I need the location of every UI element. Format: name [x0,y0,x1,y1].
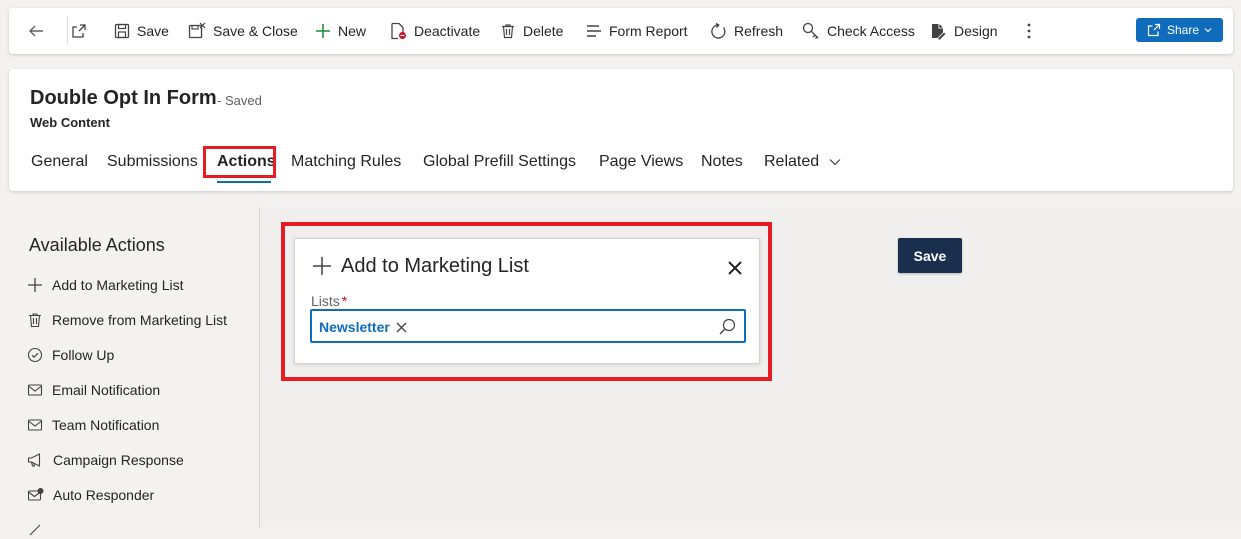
tab-page-views[interactable]: Page Views [599,153,683,171]
tab-matching-rules[interactable]: Matching Rules [291,153,401,171]
remove-tag-icon[interactable] [396,322,407,333]
tab-notes[interactable]: Notes [701,153,743,171]
share-label: Share [1166,23,1200,37]
delete-label: Delete [523,23,564,39]
close-icon[interactable] [727,260,743,276]
megaphone-icon [27,453,41,467]
record-header: Double Opt In Form - Saved Web Content G… [9,69,1233,191]
action-follow-up[interactable]: Follow Up [27,345,114,365]
deactivate-document-icon [391,22,406,40]
report-lines-icon [587,25,601,37]
action-label: Email Notification [52,382,161,398]
add-to-marketing-list-card: Add to Marketing List Lists * Newsletter [294,238,760,364]
action-email-notification[interactable]: Email Notification [27,380,160,400]
action-remove-from-marketing-list[interactable]: Remove from Marketing List [27,310,227,330]
deactivate-button[interactable]: Deactivate [389,8,480,54]
action-label: Remove from Marketing List [52,312,228,328]
refresh-icon [711,22,726,39]
save-close-icon [188,22,206,39]
open-in-new-window-icon [72,24,86,38]
lists-label-text: Lists [311,293,340,309]
share-button[interactable]: Share [1136,18,1223,42]
tag-label: Newsletter [319,319,390,335]
card-title: Add to Marketing List [341,255,529,277]
check-access-button[interactable]: Check Access [802,8,915,54]
save-button[interactable]: Save [114,8,169,54]
action-label: Team Notification [52,417,160,433]
action-more-partial[interactable] [27,519,43,539]
action-team-notification[interactable]: Team Notification [27,415,159,435]
form-report-label: Form Report [609,23,688,39]
refresh-button[interactable]: Refresh [710,8,783,54]
more-commands-button[interactable] [1025,8,1033,54]
action-add-to-marketing-list[interactable]: Add to Marketing List [27,275,184,295]
more-vertical-icon [1027,23,1031,39]
action-auto-responder[interactable]: Auto Responder [27,485,154,505]
chevron-down-icon [829,159,841,166]
save-close-label: Save & Close [213,23,298,39]
save-status: - Saved [217,93,262,108]
tab-related[interactable]: Related [764,153,841,171]
save-close-button[interactable]: Save & Close [188,8,298,54]
delete-button[interactable]: Delete [500,8,563,54]
required-marker: * [341,293,348,309]
tab-related-label: Related [764,153,820,170]
tab-general[interactable]: General [31,153,88,171]
refresh-label: Refresh [734,23,784,39]
new-button[interactable]: New [315,8,366,54]
plus-icon [313,257,331,275]
tab-submissions[interactable]: Submissions [107,153,198,171]
form-report-button[interactable]: Form Report [586,8,688,54]
design-label: Design [954,23,998,39]
mail-reply-icon [27,488,44,501]
available-actions-title: Available Actions [29,235,165,255]
key-search-icon [802,22,819,39]
mail-icon [27,419,43,431]
chevron-down-icon [1204,28,1212,33]
plus-icon [316,24,330,38]
search-icon[interactable] [719,318,736,335]
action-campaign-response[interactable]: Campaign Response [27,450,184,470]
selected-list-tag[interactable]: Newsletter [319,319,407,335]
available-actions-panel: Available Actions Add to Marketing List … [9,207,260,536]
share-icon [1147,23,1161,37]
entity-name: Web Content [30,115,110,130]
trash-icon [502,24,514,39]
save-icon [114,23,130,39]
command-bar: Save Save & Close New Deactivate Delete … [9,8,1233,54]
lists-lookup-input[interactable]: Newsletter [310,309,746,343]
tab-global-prefill-settings[interactable]: Global Prefill Settings [423,153,576,171]
action-label: Auto Responder [53,487,155,503]
action-label: Follow Up [52,347,115,363]
check-access-label: Check Access [827,23,915,39]
check-circle-icon [27,347,43,363]
design-document-icon [932,23,947,40]
back-button[interactable] [27,8,45,54]
action-label: Campaign Response [53,452,184,468]
mail-icon [27,384,43,396]
back-arrow-icon [29,25,43,37]
save-actions-button[interactable]: Save [898,238,962,273]
partial-icon [29,524,41,536]
record-title: Double Opt In Form [30,87,217,109]
plus-icon [28,278,42,292]
deactivate-label: Deactivate [414,23,481,39]
design-button[interactable]: Design [930,8,998,54]
new-label: New [338,23,367,39]
open-new-window-button[interactable] [71,8,87,54]
lists-field-label: Lists * [311,293,347,309]
trash-icon [29,313,41,328]
toolbar-divider [67,17,68,45]
action-label: Add to Marketing List [52,277,184,293]
save-label: Save [137,23,169,39]
active-tab-indicator [217,181,271,183]
actions-tab-highlight-box [203,146,276,178]
